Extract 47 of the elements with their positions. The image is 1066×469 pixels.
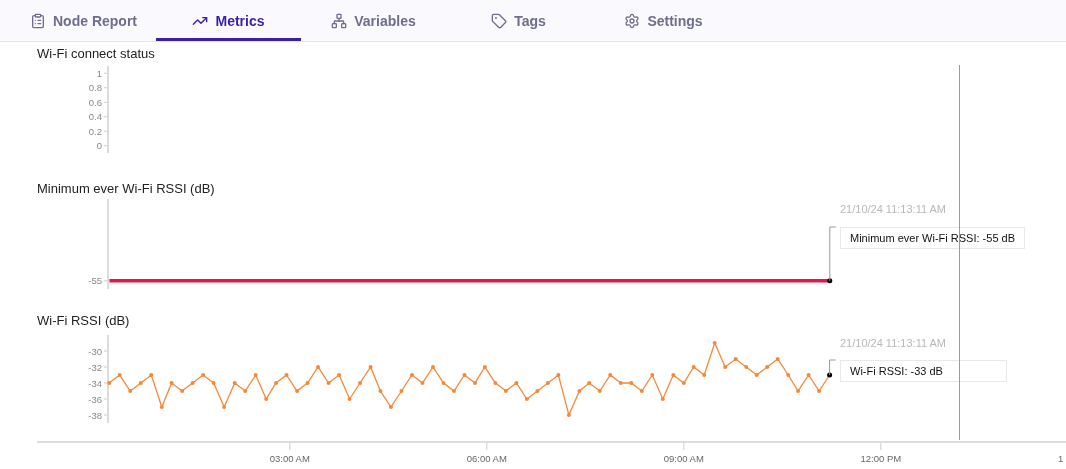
x-tick-label: 09:00 AM: [663, 453, 704, 464]
y-tick-label: 1: [96, 67, 102, 79]
tick-mark: [103, 116, 108, 118]
y-tick-label: 0.4: [88, 111, 102, 123]
chart-title: Wi-Fi connect status: [36, 45, 156, 63]
y-tick-label: 0: [96, 140, 102, 152]
network-icon: [331, 12, 348, 29]
tooltip-time: 21/10/24 11:13:11 AM: [840, 336, 946, 350]
tooltip-connector: [829, 226, 837, 282]
tooltip: Wi-Fi RSSI: -33 dB: [840, 360, 1007, 382]
y-tick-label: -38: [88, 409, 102, 421]
tab[interactable]: Settings: [591, 0, 736, 41]
tooltip-connector: [829, 359, 837, 376]
tick-mark: [486, 442, 488, 451]
tick-mark: [103, 87, 108, 89]
y-tick-label: -30: [88, 345, 102, 357]
tooltip: Minimum ever Wi-Fi RSSI: -55 dB: [840, 227, 1026, 249]
tick-mark: [103, 130, 108, 132]
tick-mark: [103, 101, 108, 103]
tab[interactable]: Tags: [446, 0, 591, 41]
chart-title: Wi-Fi RSSI (dB): [36, 312, 131, 330]
tab[interactable]: Metrics: [156, 0, 301, 41]
y-tick-label: 0.2: [88, 125, 102, 137]
x-tick-label: 06:00 AM: [466, 453, 507, 464]
x-tick-label: 12:00 PM: [860, 453, 902, 464]
tab[interactable]: Node Report: [11, 0, 156, 41]
y-tick-label: 0.6: [88, 96, 102, 108]
tick-mark: [880, 442, 882, 451]
y-tick-label: -36: [88, 393, 102, 405]
y-tick-label: 0.8: [88, 82, 102, 94]
chart-title: Minimum ever Wi-Fi RSSI (dB): [36, 180, 216, 198]
tag-icon: [491, 12, 508, 29]
tab[interactable]: Variables: [301, 0, 446, 41]
tooltip-time: 21/10/24 11:13:11 AM: [840, 202, 946, 216]
y-tick-label: -34: [88, 377, 102, 389]
tick-mark: [103, 145, 108, 147]
tick-mark: [103, 280, 108, 282]
clipboard-icon: [30, 12, 46, 29]
tick-mark: [289, 442, 291, 451]
x-tick-label: 03:00 AM: [269, 453, 310, 464]
y-tick-label: -55: [88, 275, 102, 287]
settings-icon: [624, 12, 641, 29]
y-tick-label: -32: [88, 361, 102, 373]
x-tick-label: 1: [1058, 453, 1064, 464]
tick-mark: [103, 382, 108, 384]
tick-mark: [683, 442, 685, 451]
tick-mark: [103, 72, 108, 74]
